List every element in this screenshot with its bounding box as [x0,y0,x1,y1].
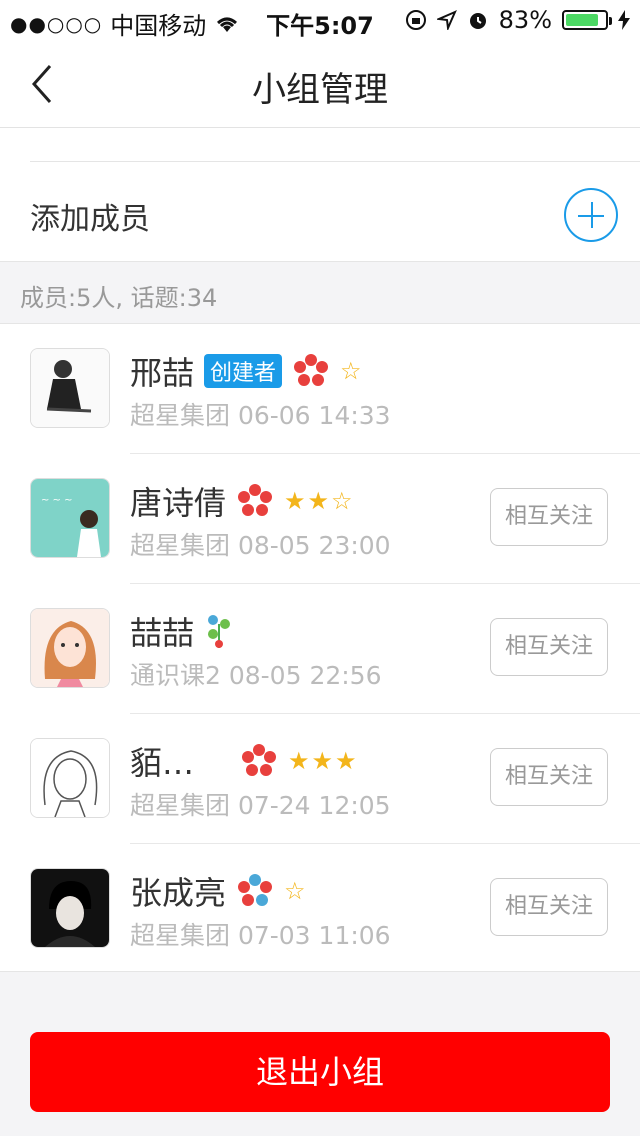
star-filled-icon: ★ [288,747,310,775]
member-name: 喆喆 [130,614,195,652]
list-item[interactable]: 邢喆 创建者 ☆ 超星集团 06-06 14:33 [0,324,640,454]
star-empty-icon: ☆ [340,357,362,385]
star-filled-icon: ★ [311,747,334,775]
member-meta: 通识课2 08-05 22:56 [130,661,382,690]
star-rating: ☆ [340,359,362,383]
exit-group-button[interactable]: 退出小组 [30,1032,610,1112]
member-meta: 超星集团 07-03 11:06 [130,921,391,950]
page-title: 小组管理 [252,70,388,110]
list-item[interactable]: 貊… ★ ★ ★ 超星集团 07-24 12:05 相互关注 [0,714,640,844]
member-name: 张成亮 [130,874,227,912]
member-summary: 成员:5人, 话题:34 [0,262,640,324]
orientation-lock-icon [405,10,426,30]
add-member-row[interactable]: 添加成员 [0,162,640,262]
avatar[interactable] [30,348,110,428]
star-rating: ★ ★ ★ [288,749,357,773]
flower-icon [242,744,276,776]
flower-icon [294,354,329,386]
avatar[interactable] [30,738,110,818]
star-rating: ★ ★ ☆ [284,489,353,513]
star-filled-icon: ★ [284,487,306,515]
member-meta: 超星集团 07-24 12:05 [130,791,391,820]
charging-icon [618,10,630,30]
clipped-row [0,128,640,162]
location-icon [436,10,457,30]
member-name: 貊… [130,744,195,782]
mutual-follow-button[interactable]: 相互关注 [490,618,608,676]
member-list: 邢喆 创建者 ☆ 超星集团 06-06 14:33 ~ ~ ~ 唐诗倩 ★ ★ … [0,324,640,972]
star-empty-icon: ☆ [331,487,353,515]
plus-circle-icon[interactable] [564,188,618,242]
mutual-follow-button[interactable]: 相互关注 [490,748,608,806]
avatar[interactable]: ~ ~ ~ [30,478,110,558]
sprout-icon [208,615,231,648]
member-name: 唐诗倩 [130,484,227,522]
flower-icon [238,874,273,906]
star-filled-icon: ★ [307,487,330,515]
star-empty-icon: ☆ [284,877,306,905]
avatar[interactable] [30,608,110,688]
mutual-follow-button[interactable]: 相互关注 [490,488,608,546]
battery-icon [562,10,612,30]
member-meta: 超星集团 06-06 14:33 [130,401,391,430]
add-member-label: 添加成员 [30,202,150,237]
battery-percent: 83% [498,6,552,34]
mutual-follow-button[interactable]: 相互关注 [490,878,608,936]
list-item[interactable]: 张成亮 ☆ 超星集团 07-03 11:06 相互关注 [0,844,640,974]
flower-icon [238,484,273,516]
creator-badge: 创建者 [204,354,283,388]
list-item[interactable]: 喆喆 通识课2 08-05 22:56 相互关注 [0,584,640,714]
member-meta: 超星集团 08-05 23:00 [130,531,391,560]
member-name: 邢喆 [130,354,195,392]
star-filled-icon: ★ [335,747,357,775]
alarm-icon [469,13,486,29]
list-item[interactable]: ~ ~ ~ 唐诗倩 ★ ★ ☆ 超星集团 08-05 23:00 相互关注 [0,454,640,584]
navigation-bar: 小组管理 [0,40,640,128]
status-bar: ●●○○○ 中国移动 下午5:07 83% [0,0,640,40]
star-rating: ☆ [284,879,306,903]
summary-text: 成员:5人, 话题:34 [20,284,218,312]
svg-text:~ ~ ~: ~ ~ ~ [41,495,73,506]
avatar[interactable] [30,868,110,948]
